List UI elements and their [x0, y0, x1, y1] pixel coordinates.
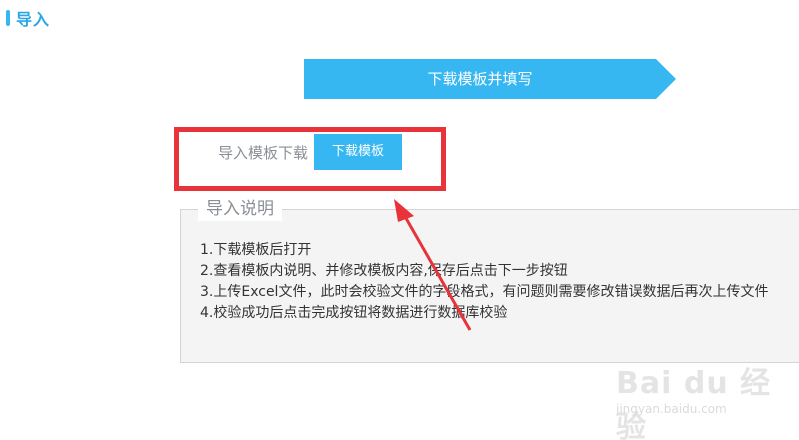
watermark-logo-text: Bai du 经验: [616, 366, 772, 440]
header-accent-bar: [6, 10, 10, 26]
baidu-jingyan-watermark: Bai du 经验 jingyan.baidu.com: [616, 358, 796, 440]
instructions-legend: 导入说明: [198, 197, 282, 221]
instruction-item: 4.校验成功后点击完成按钮将数据进行数据库校验: [200, 305, 508, 321]
watermark-url: jingyan.baidu.com: [616, 402, 727, 416]
step-indicator: 下载模板并填写: [304, 59, 676, 99]
download-template-button[interactable]: 下载模板: [314, 134, 403, 170]
step-label: 下载模板并填写: [427, 70, 533, 88]
instruction-item: 1.下载模板后打开: [200, 242, 312, 258]
instruction-item: 3.上传Excel文件，此时会校验文件的字段格式，有问题则需要修改错误数据后再次…: [200, 284, 769, 300]
instruction-item: 2.查看模板内说明、并修改模板内容,保存后点击下一步按钮: [200, 263, 568, 279]
import-page: 导入 下载模板并填写 导入模板下载 下载模板 导入说明 1.下载模板后打开 2.…: [0, 0, 799, 440]
template-download-label: 导入模板下载: [218, 143, 309, 162]
page-header: 导入: [6, 6, 50, 30]
page-title: 导入: [16, 10, 51, 29]
template-download-row: 导入模板下载 下载模板: [218, 134, 403, 170]
instructions-list: 1.下载模板后打开 2.查看模板内说明、并修改模板内容,保存后点击下一步按钮 3…: [200, 240, 799, 324]
